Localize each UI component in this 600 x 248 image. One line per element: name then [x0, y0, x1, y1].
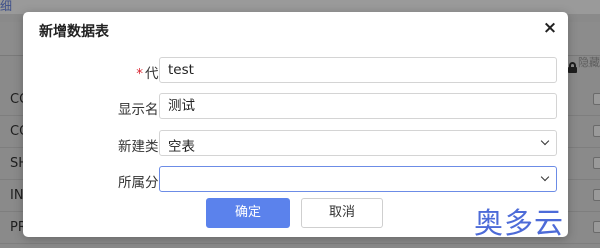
confirm-button[interactable]: 确定	[206, 198, 290, 228]
create-type-select[interactable]: 空表	[159, 130, 557, 156]
close-icon[interactable]: ×	[542, 20, 558, 37]
code-row: *代码 test	[23, 57, 568, 83]
background-row-cell: IN	[10, 188, 24, 203]
cancel-button[interactable]: 取消	[301, 198, 383, 228]
code-input[interactable]: test	[159, 57, 557, 83]
background-row-checkbox	[593, 221, 600, 233]
group-row: 所属分组	[23, 166, 568, 192]
dialog-title: 新增数据表	[39, 24, 109, 40]
required-marker: *	[136, 66, 143, 82]
display-name-row: 显示名称 测试	[23, 93, 568, 119]
group-select[interactable]	[159, 166, 557, 192]
background-row-checkbox	[593, 157, 600, 169]
create-type-selected: 空表	[168, 139, 195, 155]
background-toolbar-hide: 隐藏	[578, 56, 600, 69]
background-top-link: 细	[0, 0, 13, 13]
create-type-row: 新建类型 空表	[23, 130, 568, 156]
lock-icon	[568, 62, 577, 73]
chevron-down-icon	[541, 174, 549, 182]
display-name-input[interactable]: 测试	[159, 93, 557, 119]
background-row-checkbox	[593, 189, 600, 201]
background-row-checkbox	[593, 93, 600, 105]
dialog-header: 新增数据表 ×	[23, 12, 568, 46]
watermark-logo: 奥多云	[474, 206, 565, 240]
background-row-checkbox	[593, 125, 600, 137]
chevron-down-icon	[541, 138, 549, 146]
